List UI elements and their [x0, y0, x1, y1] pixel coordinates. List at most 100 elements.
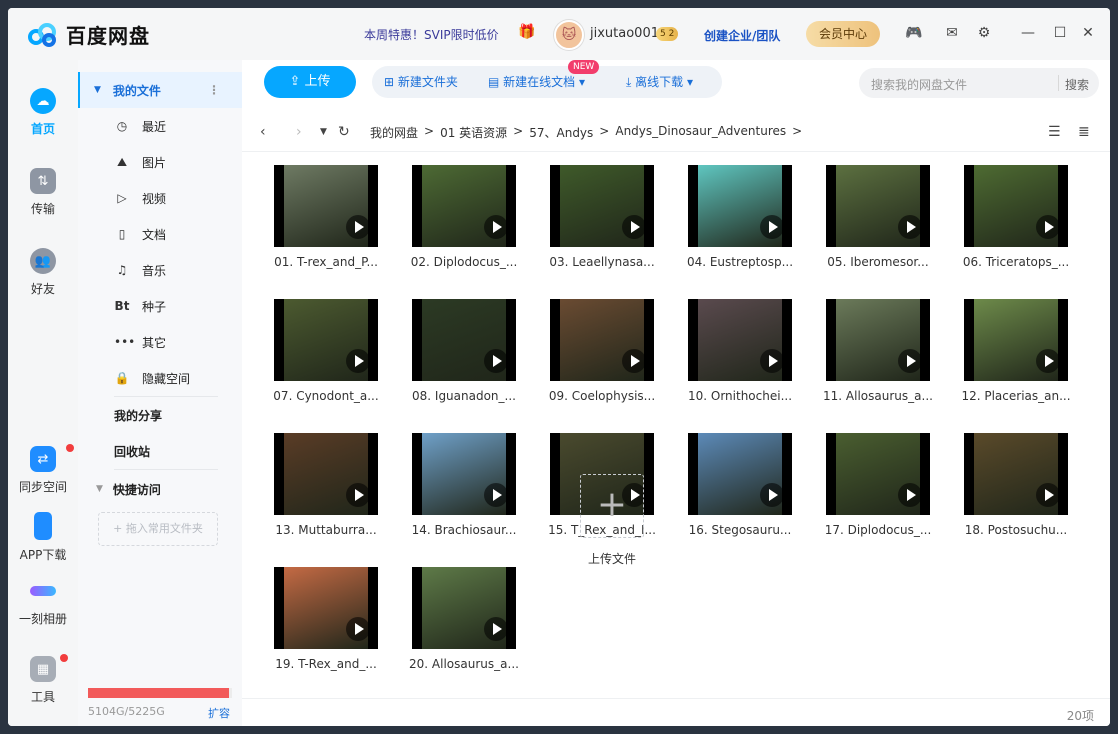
forward-icon[interactable]: ›	[296, 124, 302, 140]
new-folder-button[interactable]: ⊞ 新建文件夹	[384, 66, 458, 98]
vip-center-button[interactable]: 会员中心	[806, 21, 880, 47]
play-icon[interactable]	[898, 483, 922, 507]
nav-hidden-space[interactable]: 🔒 隐藏空间	[78, 360, 242, 396]
nav-recent[interactable]: ◷ 最近	[78, 108, 242, 144]
rail-home[interactable]: ☁ 首页	[8, 88, 78, 137]
file-tile[interactable]: 10. Ornithochei...	[680, 299, 794, 419]
crumb-folder[interactable]: 57、Andys	[529, 124, 593, 141]
nav-videos[interactable]: ▷ 视频	[78, 180, 242, 216]
drag-folder-dropzone[interactable]: + 拖入常用文件夹	[98, 512, 218, 546]
upload-file-tile[interactable]: + 上传文件	[538, 474, 658, 574]
gift-icon[interactable]: 🎁	[518, 24, 535, 40]
notification-dot	[60, 654, 68, 662]
file-tile[interactable]: 18. Postosuchu...	[956, 433, 1070, 553]
expand-storage-link[interactable]: 扩容	[208, 705, 230, 721]
rail-transfer[interactable]: ⇅ 传输	[8, 168, 78, 217]
file-name: 14. Brachiosaur...	[411, 523, 517, 537]
rail-friends[interactable]: 👥 好友	[8, 248, 78, 297]
file-tile[interactable]: 03. Leaellynasa...	[542, 165, 656, 285]
file-tile[interactable]: 14. Brachiosaur...	[404, 433, 518, 553]
game-icon[interactable]: 🎮	[904, 23, 924, 43]
offline-download-button[interactable]: ⤓ 离线下载 ▾	[626, 66, 693, 98]
play-icon[interactable]	[1036, 483, 1060, 507]
nav-my-share[interactable]: 我的分享	[78, 397, 242, 433]
nav-music[interactable]: ♫ 音乐	[78, 252, 242, 288]
username[interactable]: jixutao001	[590, 26, 659, 41]
minimize-icon[interactable]: —	[1018, 23, 1038, 43]
play-icon[interactable]	[760, 349, 784, 373]
history-dropdown-icon[interactable]: ▼	[320, 127, 327, 137]
file-tile[interactable]: 07. Cynodont_a...	[266, 299, 380, 419]
sort-icon[interactable]: ☰	[1048, 124, 1061, 140]
play-icon[interactable]	[346, 349, 370, 373]
play-icon[interactable]	[898, 349, 922, 373]
nav-docs[interactable]: ▯ 文档	[78, 216, 242, 252]
play-icon[interactable]	[484, 349, 508, 373]
app-logo[interactable]: 百度网盘	[26, 20, 150, 49]
list-view-icon[interactable]: ≣	[1078, 124, 1090, 140]
promo-link[interactable]: 本周特惠！SVIP限时低价	[364, 26, 499, 43]
play-icon[interactable]	[898, 215, 922, 239]
video-thumbnail	[412, 567, 516, 649]
nav-torrents[interactable]: Bt 种子	[78, 288, 242, 324]
mail-icon[interactable]: ✉	[942, 23, 962, 43]
close-icon[interactable]: ✕	[1078, 23, 1098, 43]
file-tile[interactable]: 13. Muttaburra...	[266, 433, 380, 553]
nav-my-files[interactable]: ▼ 我的文件 ⋮	[78, 72, 242, 108]
play-icon[interactable]	[484, 215, 508, 239]
play-icon[interactable]	[346, 617, 370, 641]
file-tile[interactable]: 04. Eustreptosp...	[680, 165, 794, 285]
video-thumbnail	[826, 165, 930, 247]
friends-icon: 👥	[30, 248, 56, 274]
crumb-root[interactable]: 我的网盘	[370, 124, 418, 141]
nav-label: 视频	[142, 191, 167, 206]
play-icon[interactable]	[622, 349, 646, 373]
play-icon[interactable]	[622, 215, 646, 239]
maximize-icon[interactable]: ☐	[1050, 23, 1070, 43]
play-icon[interactable]	[484, 617, 508, 641]
play-icon[interactable]	[1036, 215, 1060, 239]
file-tile[interactable]: 02. Diplodocus_...	[404, 165, 518, 285]
file-tile[interactable]: 16. Stegosauru...	[680, 433, 794, 553]
file-tile[interactable]: 09. Coelophysis...	[542, 299, 656, 419]
rail-tools[interactable]: ▦ 工具	[8, 656, 78, 705]
video-thumbnail	[412, 165, 516, 247]
nav-other[interactable]: ••• 其它	[78, 324, 242, 360]
search-box[interactable]: 搜索我的网盘文件 搜索	[859, 68, 1099, 98]
avatar[interactable]: 🐱	[554, 20, 584, 50]
file-tile[interactable]: 19. T-Rex_and_...	[266, 567, 380, 687]
file-name: 20. Allosaurus_a...	[409, 657, 519, 671]
file-tile[interactable]: 05. Iberomesor...	[818, 165, 932, 285]
play-icon[interactable]	[1036, 349, 1060, 373]
nav-recycle-bin[interactable]: 回收站	[78, 433, 242, 469]
nav-images[interactable]: ⛰ 图片	[78, 144, 242, 180]
play-icon[interactable]	[760, 215, 784, 239]
rail-label: 同步空间	[18, 480, 67, 494]
more-icon[interactable]: ⋮	[208, 83, 220, 97]
search-input[interactable]: 搜索我的网盘文件	[871, 76, 967, 93]
crumb-current[interactable]: Andys_Dinosaur_Adventures	[615, 124, 786, 141]
rail-app-download[interactable]: APP下载	[8, 512, 78, 563]
file-tile[interactable]: 17. Diplodocus_...	[818, 433, 932, 553]
play-icon[interactable]	[760, 483, 784, 507]
crumb-folder[interactable]: 01 英语资源	[440, 124, 507, 141]
play-icon[interactable]	[346, 215, 370, 239]
play-icon[interactable]	[484, 483, 508, 507]
back-icon[interactable]: ‹	[260, 124, 266, 140]
file-name: 17. Diplodocus_...	[824, 523, 932, 537]
upload-button[interactable]: ⇪ 上传	[264, 66, 356, 98]
refresh-icon[interactable]: ↻	[338, 124, 350, 140]
settings-icon[interactable]: ⚙	[974, 23, 994, 43]
create-business-link[interactable]: 创建企业/团队	[704, 27, 780, 44]
rail-sync-space[interactable]: ⇄ 同步空间	[8, 446, 78, 495]
play-icon[interactable]	[346, 483, 370, 507]
file-tile[interactable]: 06. Triceratops_...	[956, 165, 1070, 285]
nav-quick-access[interactable]: ▼ 快捷访问	[78, 471, 242, 507]
search-button[interactable]: 搜索	[1065, 76, 1089, 93]
file-tile[interactable]: 20. Allosaurus_a...	[404, 567, 519, 687]
file-tile[interactable]: 11. Allosaurus_a...	[818, 299, 933, 419]
file-tile[interactable]: 01. T-rex_and_P...	[266, 165, 380, 285]
file-tile[interactable]: 08. Iguanadon_...	[404, 299, 518, 419]
file-tile[interactable]: 12. Placerias_an...	[956, 299, 1071, 419]
rail-moment-album[interactable]: 一刻相册	[8, 578, 78, 627]
